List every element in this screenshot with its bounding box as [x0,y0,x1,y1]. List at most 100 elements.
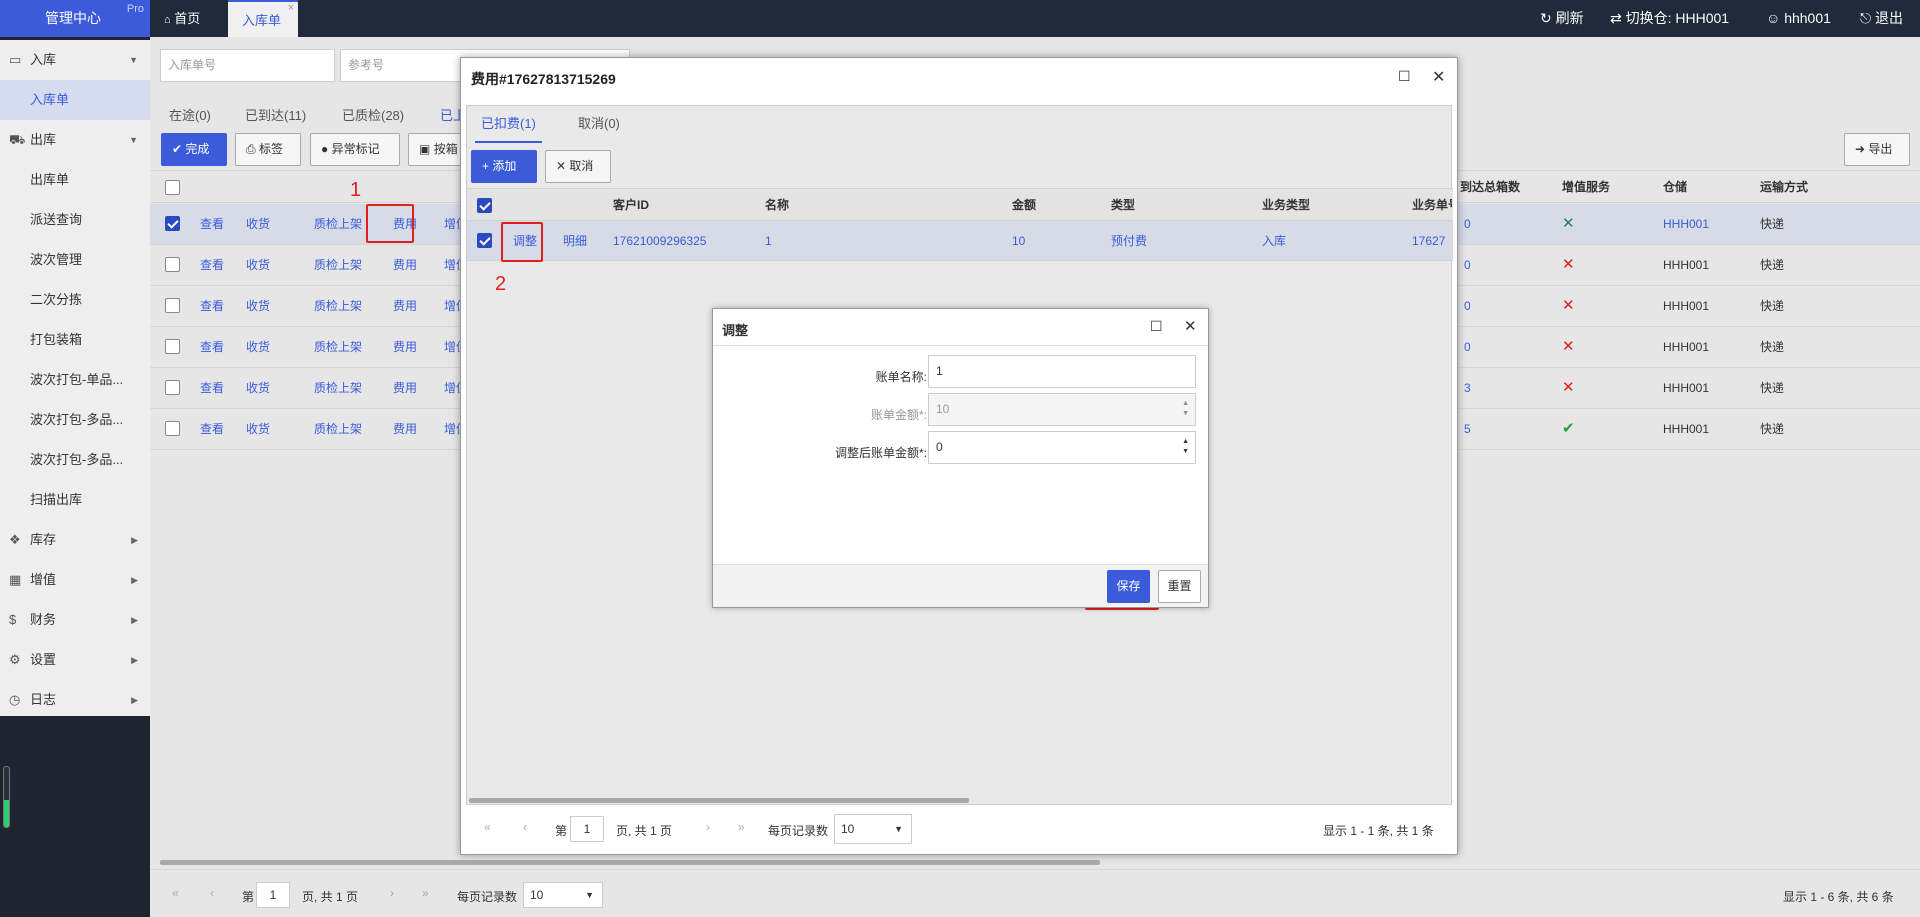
by-box-button[interactable]: ▣ 按箱 [408,133,468,166]
inspect-shelve-link[interactable]: 质检上架 [314,368,362,408]
tab-charged[interactable]: 已扣费(1) [475,107,542,143]
first-page-icon[interactable]: « [172,886,179,900]
next-page-icon[interactable]: › [390,886,394,900]
sidebar-group-outbound[interactable]: ⛟ 出库 ▼ [0,120,150,160]
last-page-icon[interactable]: » [738,820,745,834]
by-box-label: 按箱 [433,142,458,156]
tab-inbound-order[interactable]: 入库单 × [228,0,298,37]
fee-horizontal-scrollbar[interactable] [469,798,969,803]
bill-name-input[interactable]: 1 [928,355,1196,388]
first-page-icon[interactable]: « [484,820,491,834]
close-icon[interactable]: ✕ [1432,67,1445,87]
fee-link[interactable]: 费用 [393,409,417,449]
horizontal-scrollbar[interactable] [160,860,1100,865]
fee-link[interactable]: 费用 [393,327,417,367]
inspect-shelve-link[interactable]: 质检上架 [314,245,362,285]
next-page-icon[interactable]: › [706,820,710,834]
view-link[interactable]: 查看 [200,327,224,367]
receive-link[interactable]: 收货 [246,204,270,244]
refresh-button[interactable]: ↻ 刷新 [1540,0,1584,37]
label-button[interactable]: ⎙ 标签 [235,133,301,166]
inbound-no-filter[interactable]: 入库单号 [160,49,335,82]
per-page-select[interactable]: 10 ▼ [523,882,603,908]
fee-select-all-checkbox[interactable] [477,198,492,213]
status-tab-arrived[interactable]: 已到达(11) [245,99,306,133]
view-link[interactable]: 查看 [200,286,224,326]
receive-link[interactable]: 收货 [246,409,270,449]
user-menu[interactable]: ☺ hhh001 [1766,0,1831,37]
sidebar-item-wave-management[interactable]: 波次管理 [0,240,150,280]
view-link[interactable]: 查看 [200,204,224,244]
row-checkbox[interactable] [165,339,180,354]
exception-mark-button[interactable]: ● 异常标记 [310,133,400,166]
prev-page-icon[interactable]: ‹ [523,820,527,834]
sidebar-item-wave-pack-single[interactable]: 波次打包-单品... [0,360,150,400]
row-checkbox[interactable] [165,421,180,436]
row-checkbox[interactable] [165,216,180,231]
view-link[interactable]: 查看 [200,245,224,285]
inspect-shelve-link[interactable]: 质检上架 [314,327,362,367]
export-button[interactable]: ➜ 导出 [1844,133,1910,166]
receive-link[interactable]: 收货 [246,368,270,408]
header-warehouse: 仓储 [1663,180,1688,194]
inspect-shelve-link[interactable]: 质检上架 [314,286,362,326]
fee-table-row[interactable]: 调整 明细 17621009296325 1 10 预付费 入库 17627 [467,221,1453,261]
inspect-shelve-link[interactable]: 质检上架 [314,409,362,449]
receive-link[interactable]: 收货 [246,245,270,285]
sidebar-item-wave-pack-multi-2[interactable]: 波次打包-多品... [0,440,150,480]
row-checkbox[interactable] [165,298,180,313]
sidebar-group-inventory[interactable]: ❖ 库存 ▶ [0,520,150,560]
fee-link[interactable]: 费用 [393,245,417,285]
row-checkbox[interactable] [165,257,180,272]
reset-button[interactable]: 重置 [1158,570,1201,603]
spinner-icon[interactable]: ▲ ▼ [1182,437,1189,457]
switch-warehouse-button[interactable]: ⇄ 切换仓: HHH001 [1610,0,1729,37]
status-tab-inspected[interactable]: 已质检(28) [342,99,404,133]
view-link[interactable]: 查看 [200,368,224,408]
sidebar-item-delivery-query[interactable]: 派送查询 [0,200,150,240]
sidebar-item-wave-pack-multi[interactable]: 波次打包-多品... [0,400,150,440]
per-page-select[interactable]: 10 ▼ [834,814,912,844]
sidebar-item-outbound-order[interactable]: 出库单 [0,160,150,200]
sidebar-item-inbound-order[interactable]: 入库单 [0,80,150,120]
page-input[interactable]: 1 [570,816,604,842]
row-checkbox[interactable] [165,380,180,395]
page-suffix: 页, 共 1 页 [302,890,359,904]
sidebar-group-inbound[interactable]: ▭ 入库 ▼ [0,40,150,80]
add-button[interactable]: + 添加 [471,150,537,183]
close-tab-icon[interactable]: × [288,0,294,27]
sidebar-item-packing[interactable]: 打包装箱 [0,320,150,360]
sidebar-group-logs[interactable]: ◷ 日志 ▶ [0,680,150,720]
status-tab-in-transit[interactable]: 在途(0) [169,99,211,133]
close-icon[interactable]: ✕ [1184,317,1197,335]
tab-cancelled[interactable]: 取消(0) [572,107,626,143]
maximize-icon[interactable]: ☐ [1150,318,1163,335]
page-input[interactable]: 1 [256,882,290,908]
receive-link[interactable]: 收货 [246,286,270,326]
save-button[interactable]: 保存 [1107,570,1150,603]
detail-link[interactable]: 明细 [563,221,587,261]
select-all-checkbox[interactable] [165,180,180,195]
row-checkbox[interactable] [477,233,492,248]
shipping: 快递 [1760,381,1785,395]
vas-status: ✕ [1562,338,1575,355]
fee-link[interactable]: 费用 [393,286,417,326]
sidebar-group-settings[interactable]: ⚙ 设置 ▶ [0,640,150,680]
new-amount-input[interactable]: 0 ▲ ▼ [928,431,1196,464]
fee-link[interactable]: 费用 [393,368,417,408]
inspect-shelve-link[interactable]: 质检上架 [314,204,362,244]
sidebar-item-secondary-sort[interactable]: 二次分拣 [0,280,150,320]
sidebar-group-value-added[interactable]: ▦ 增值 ▶ [0,560,150,600]
maximize-icon[interactable]: ☐ [1398,68,1411,85]
complete-button[interactable]: ✔ 完成 [161,133,227,166]
receive-link[interactable]: 收货 [246,327,270,367]
last-page-icon[interactable]: » [422,886,429,900]
tab-home[interactable]: ⌂ 首页 [150,0,228,37]
view-link[interactable]: 查看 [200,409,224,449]
gauge-fill [4,800,9,827]
prev-page-icon[interactable]: ‹ [210,886,214,900]
sidebar-group-finance[interactable]: $ 财务 ▶ [0,600,150,640]
sidebar-item-scan-outbound[interactable]: 扫描出库 [0,480,150,520]
cancel-button[interactable]: ✕ 取消 [545,150,611,183]
logout-button[interactable]: ⎋ 退出 [1860,0,1903,37]
